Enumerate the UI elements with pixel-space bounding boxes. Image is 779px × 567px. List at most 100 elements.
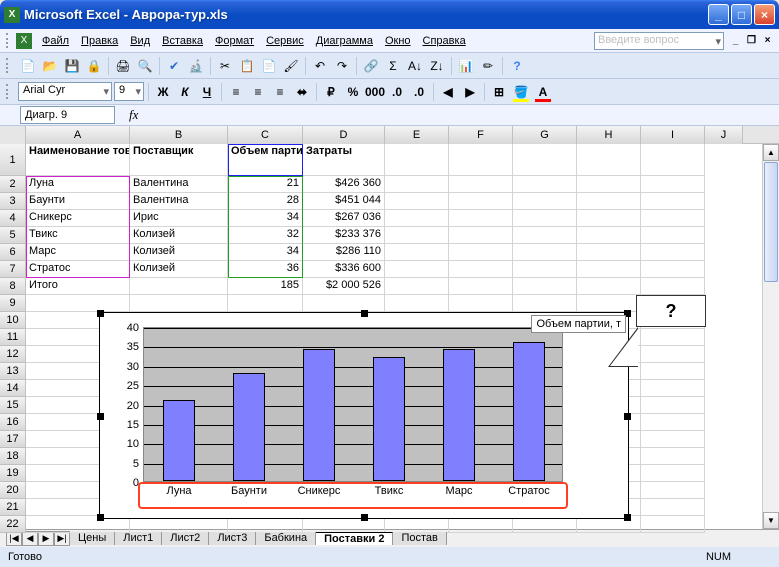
cell[interactable] (577, 261, 641, 278)
cell[interactable]: 28 (228, 193, 303, 210)
row-header[interactable]: 7 (0, 261, 26, 278)
cell[interactable]: Затраты (303, 144, 385, 176)
chart-bar[interactable] (233, 373, 265, 482)
cell[interactable] (641, 244, 705, 261)
cut-icon[interactable]: ✂ (215, 56, 235, 76)
sheet-tab[interactable]: Бабкина (256, 532, 316, 545)
menu-window[interactable]: Окно (379, 32, 417, 50)
cell[interactable] (385, 193, 449, 210)
cell[interactable] (641, 414, 705, 431)
col-header[interactable]: C (228, 126, 303, 144)
doc-restore-button[interactable]: ❐ (744, 34, 759, 48)
cell[interactable] (449, 295, 513, 312)
ask-question-input[interactable]: Введите вопрос (594, 32, 724, 50)
spelling-icon[interactable]: ✔ (164, 56, 184, 76)
decrease-indent-icon[interactable]: ◀ (438, 82, 458, 102)
plot-area[interactable]: 0510152025303540ЛунаБаунтиСникерсТвиксМа… (143, 327, 563, 482)
row-header[interactable]: 3 (0, 193, 26, 210)
cell[interactable]: $233 376 (303, 227, 385, 244)
cell[interactable] (641, 448, 705, 465)
cell[interactable] (513, 278, 577, 295)
resize-handle[interactable] (97, 413, 104, 420)
col-header[interactable]: F (449, 126, 513, 144)
cell[interactable]: $267 036 (303, 210, 385, 227)
worksheet-grid[interactable]: A B C D E F G H I J 1Наименование товара… (0, 126, 779, 529)
row-header[interactable]: 22 (0, 516, 26, 533)
cell[interactable] (513, 261, 577, 278)
doc-close-button[interactable]: × (760, 34, 775, 48)
underline-button[interactable]: Ч (197, 82, 217, 102)
sheet-tab[interactable]: Постав (393, 532, 446, 545)
scroll-up-icon[interactable]: ▲ (763, 144, 779, 161)
col-header[interactable]: H (577, 126, 641, 144)
cell[interactable]: Колизей (130, 244, 228, 261)
chart-bar[interactable] (373, 357, 405, 481)
font-color-icon[interactable]: A (533, 82, 553, 102)
col-header[interactable]: J (705, 126, 743, 144)
col-header[interactable]: A (26, 126, 130, 144)
font-name-select[interactable]: Arial Cyr (18, 82, 112, 101)
cell[interactable] (641, 261, 705, 278)
cell[interactable]: $286 110 (303, 244, 385, 261)
row-header[interactable]: 8 (0, 278, 26, 295)
cell[interactable]: Поставщик (130, 144, 228, 176)
col-header[interactable]: I (641, 126, 705, 144)
font-size-select[interactable]: 9 (114, 82, 144, 101)
chart-bar[interactable] (513, 342, 545, 482)
menu-view[interactable]: Вид (124, 32, 156, 50)
cell[interactable] (577, 295, 641, 312)
cell[interactable]: $451 044 (303, 193, 385, 210)
undo-icon[interactable]: ↶ (310, 56, 330, 76)
cell[interactable]: 34 (228, 210, 303, 227)
cell[interactable] (130, 295, 228, 312)
cell[interactable]: 185 (228, 278, 303, 295)
fx-label[interactable]: fx (129, 107, 138, 123)
row-header[interactable]: 4 (0, 210, 26, 227)
cell[interactable] (577, 227, 641, 244)
cell[interactable] (641, 210, 705, 227)
cell[interactable]: 21 (228, 176, 303, 193)
cell[interactable]: Стратос (26, 261, 130, 278)
help-icon[interactable]: ? (507, 56, 527, 76)
merge-center-icon[interactable]: ⬌ (292, 82, 312, 102)
comma-icon[interactable]: 000 (365, 82, 385, 102)
currency-icon[interactable]: ₽ (321, 82, 341, 102)
row-header[interactable]: 1 (0, 144, 26, 176)
vertical-scrollbar[interactable]: ▲ ▼ (762, 144, 779, 529)
cell[interactable] (449, 244, 513, 261)
row-header[interactable]: 19 (0, 465, 26, 482)
sort-desc-icon[interactable]: Z↓ (427, 56, 447, 76)
cell[interactable] (130, 278, 228, 295)
cell[interactable] (385, 278, 449, 295)
menu-edit[interactable]: Правка (75, 32, 124, 50)
cell[interactable]: Валентина (130, 193, 228, 210)
cell[interactable] (641, 227, 705, 244)
excel-doc-icon[interactable]: X (16, 33, 32, 49)
grip-handle[interactable] (6, 84, 12, 99)
maximize-button[interactable]: □ (731, 4, 752, 25)
bold-button[interactable]: Ж (153, 82, 173, 102)
col-header[interactable]: D (303, 126, 385, 144)
row-header[interactable]: 2 (0, 176, 26, 193)
cell[interactable] (577, 278, 641, 295)
cell[interactable]: Колизей (130, 227, 228, 244)
row-header[interactable]: 17 (0, 431, 26, 448)
cell[interactable]: Итого (26, 278, 130, 295)
scroll-down-icon[interactable]: ▼ (763, 512, 779, 529)
row-header[interactable]: 16 (0, 414, 26, 431)
cell[interactable] (577, 244, 641, 261)
copy-icon[interactable]: 📋 (237, 56, 257, 76)
cell[interactable] (26, 295, 130, 312)
cell[interactable]: Луна (26, 176, 130, 193)
menu-insert[interactable]: Вставка (156, 32, 209, 50)
cell[interactable]: Баунти (26, 193, 130, 210)
save-icon[interactable]: 💾 (62, 56, 82, 76)
cell[interactable] (641, 465, 705, 482)
cell[interactable] (641, 482, 705, 499)
menu-file[interactable]: Файл (36, 32, 75, 50)
row-header[interactable]: 5 (0, 227, 26, 244)
scroll-thumb[interactable] (764, 162, 778, 282)
resize-handle[interactable] (361, 514, 368, 521)
tab-next-icon[interactable]: ▶ (38, 531, 54, 546)
cell[interactable] (385, 261, 449, 278)
